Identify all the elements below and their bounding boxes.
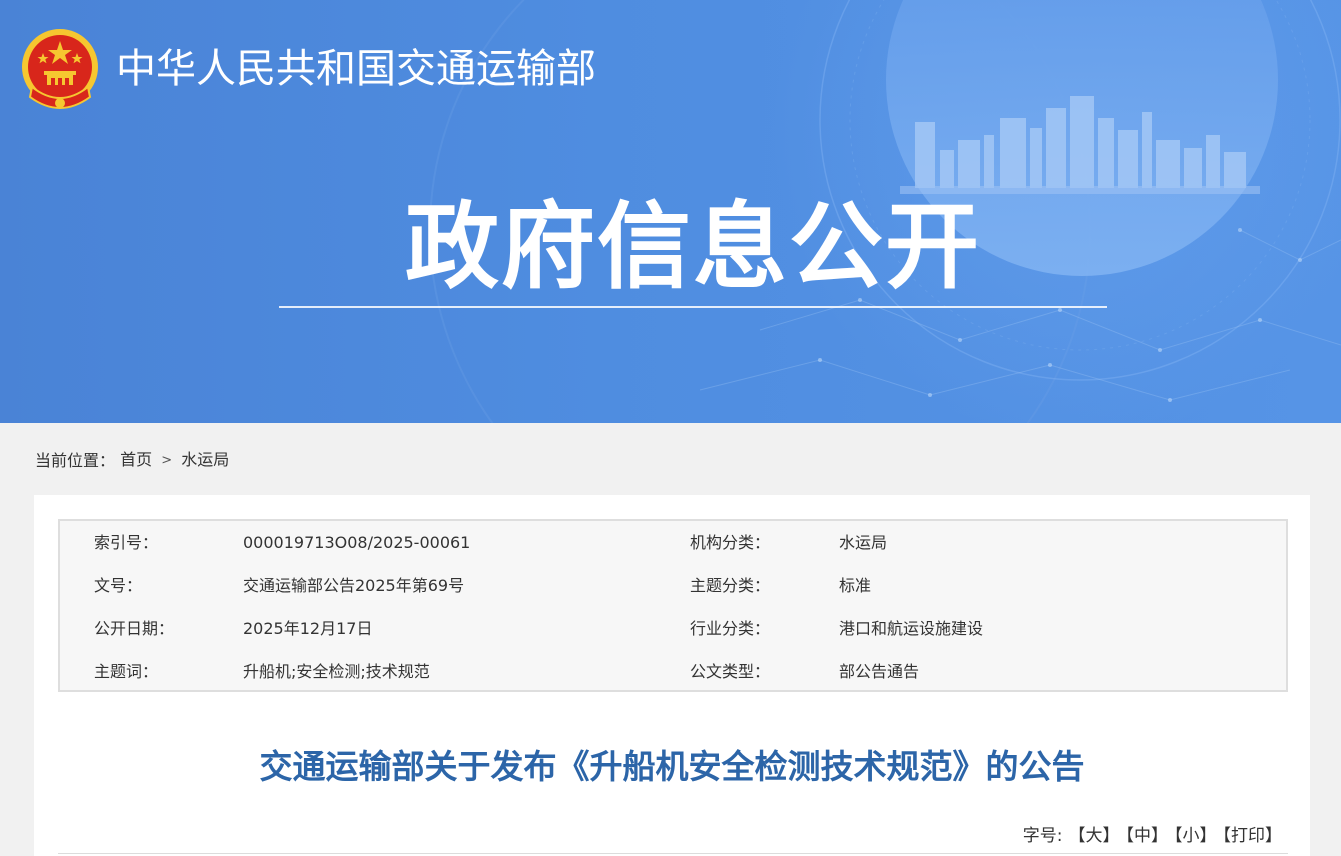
industry-category-value: 港口和航运设施建设 — [839, 619, 984, 638]
metadata-row: 主题词： 升船机;安全检测;技术规范 公文类型： 部公告通告 — [60, 660, 1286, 684]
publish-date-value: 2025年12月17日 — [243, 619, 373, 638]
keywords-value: 升船机;安全检测;技术规范 — [243, 662, 430, 681]
keywords-label: 主题词： — [94, 662, 159, 681]
content-panel: 索引号： 000019713O08/2025-00061 机构分类： 水运局 文… — [34, 495, 1310, 856]
subject-category-label: 主题分类： — [690, 576, 771, 595]
metadata-row: 索引号： 000019713O08/2025-00061 机构分类： 水运局 — [60, 531, 1286, 555]
ministry-name[interactable]: 中华人民共和国交通运输部 — [116, 44, 596, 94]
metadata-row: 文号： 交通运输部公告2025年第69号 主题分类： 标准 — [60, 574, 1286, 598]
agency-category-label: 机构分类： — [690, 533, 771, 552]
document-number-label: 文号： — [94, 576, 143, 595]
font-size-medium-button[interactable]: 【中】 — [1126, 826, 1169, 846]
breadcrumb-label: 当前位置： — [35, 450, 116, 470]
breadcrumb-home-link[interactable]: 首页 — [120, 450, 152, 469]
banner-title: 政府信息公开 — [404, 193, 981, 302]
breadcrumb-water-transport-link[interactable]: 水运局 — [181, 450, 229, 469]
metadata-row: 公开日期： 2025年12月17日 行业分类： 港口和航运设施建设 — [60, 617, 1286, 641]
agency-category-value: 水运局 — [839, 533, 888, 552]
document-number-value: 交通运输部公告2025年第69号 — [243, 576, 465, 595]
breadcrumb: 当前位置： 首页 > 水运局 — [35, 448, 229, 473]
document-type-value: 部公告通告 — [839, 662, 920, 681]
index-number-label: 索引号： — [94, 533, 159, 552]
breadcrumb-separator: > — [161, 452, 173, 468]
font-size-small-button[interactable]: 【小】 — [1174, 826, 1217, 846]
font-size-large-button[interactable]: 【大】 — [1069, 826, 1120, 846]
subject-category-value: 标准 — [839, 576, 872, 595]
header-banner: 中华人民共和国交通运输部 政府信息公开 — [0, 0, 1341, 423]
publish-date-label: 公开日期： — [94, 619, 175, 638]
document-type-label: 公文类型： — [690, 662, 771, 681]
document-metadata-table: 索引号： 000019713O08/2025-00061 机构分类： 水运局 文… — [58, 519, 1288, 692]
print-button[interactable]: 【打印】 — [1223, 826, 1283, 846]
font-size-label: 字号: — [1022, 826, 1063, 846]
font-size-controls: 字号: 【大】 【中】 【小】 【打印】 — [1023, 824, 1282, 848]
banner-title-underline — [279, 306, 1107, 308]
content-divider — [58, 853, 1288, 854]
national-emblem-icon — [22, 29, 98, 109]
industry-category-label: 行业分类： — [690, 619, 771, 638]
document-title: 交通运输部关于发布《升船机安全检测技术规范》的公告 — [259, 747, 1085, 786]
index-number-value: 000019713O08/2025-00061 — [243, 533, 471, 552]
